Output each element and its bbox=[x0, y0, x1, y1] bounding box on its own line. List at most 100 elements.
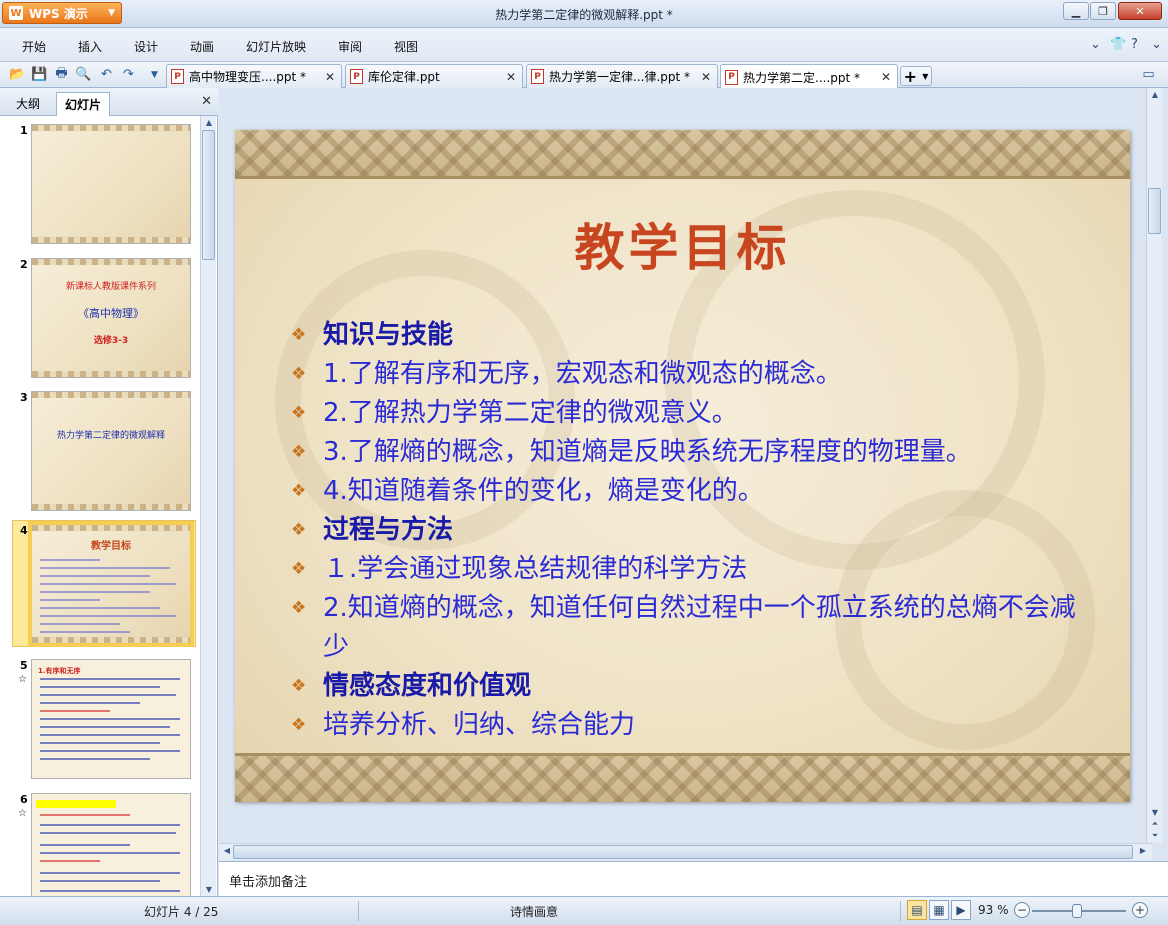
diamond-bullet-icon: ❖ bbox=[291, 442, 307, 462]
diamond-bullet-icon: ❖ bbox=[291, 403, 307, 423]
close-tab-icon[interactable]: ✕ bbox=[699, 70, 713, 84]
slide-thumbnail-1[interactable] bbox=[31, 124, 191, 244]
bullet-item: ❖ 2.知道熵的概念，知道任何自然过程中一个孤立系统的总熵不会减少 bbox=[289, 589, 1089, 667]
slide-thumbnail-6[interactable] bbox=[31, 793, 191, 896]
status-bar: 幻灯片 4 / 25 诗情画意 ▤ ▦ ▶ 93 % − + bbox=[0, 896, 1168, 925]
slide-thumbnail-3[interactable]: 热力学第二定律的微观解释 bbox=[31, 391, 191, 511]
thumb-text: 教学目标 bbox=[91, 541, 131, 552]
thumb-text: 《高中物理》 bbox=[78, 307, 144, 320]
next-slide-icon[interactable]: ⏷ bbox=[1147, 831, 1163, 841]
maximize-button[interactable]: ❐ bbox=[1090, 2, 1116, 20]
skin-shirt-icon[interactable]: 👕 bbox=[1110, 37, 1126, 52]
tab-outline[interactable]: 大纲 bbox=[8, 92, 48, 116]
slide-counter: 幻灯片 4 / 25 bbox=[144, 905, 219, 919]
slideshow-button[interactable]: ▶ bbox=[951, 900, 971, 920]
slide-thumbnail-5[interactable]: 1.有序和无序 bbox=[31, 659, 191, 779]
tab-label: 库伦定律.ppt bbox=[368, 70, 440, 84]
zoom-in-button[interactable]: + bbox=[1132, 902, 1148, 918]
scroll-up-icon[interactable]: ▲ bbox=[201, 118, 217, 127]
bullet-text: 1.了解有序和无序，宏观态和微观态的概念。 bbox=[323, 359, 842, 389]
panel-tabs: 大纲 幻灯片 ✕ bbox=[0, 88, 218, 116]
normal-view-button[interactable]: ▤ bbox=[907, 900, 927, 920]
diamond-bullet-icon: ❖ bbox=[291, 715, 307, 735]
tab-label: 高中物理变压....ppt * bbox=[189, 70, 307, 84]
bullet-item: ❖ １.学会通过现象总结规律的科学方法 bbox=[289, 550, 1089, 589]
menu-review[interactable]: 审阅 bbox=[338, 38, 362, 55]
print-preview-icon[interactable]: 🔍 bbox=[75, 66, 92, 83]
open-folder-icon[interactable]: 📂 bbox=[9, 66, 26, 83]
slide-bullet-list[interactable]: ❖ 知识与技能 ❖ 1.了解有序和无序，宏观态和微观态的概念。 ❖ 2.了解热力学第二… bbox=[289, 316, 1089, 745]
zoom-slider-handle[interactable] bbox=[1072, 904, 1082, 918]
diamond-bullet-icon: ❖ bbox=[291, 520, 307, 540]
slide-sorter-button[interactable]: ▦ bbox=[929, 900, 949, 920]
zoom-level[interactable]: 93 % bbox=[978, 903, 1009, 917]
print-icon[interactable]: 🖶 bbox=[53, 66, 70, 83]
menu-design[interactable]: 设计 bbox=[134, 38, 158, 55]
tab-doc-1[interactable]: P 高中物理变压....ppt * ✕ bbox=[166, 64, 342, 88]
slide-title[interactable]: 教学目标 bbox=[235, 208, 1130, 280]
thumbnail-scroll-thumb[interactable] bbox=[202, 130, 215, 260]
slides-panel: 大纲 幻灯片 ✕ 1 2 新课标人教版课件系列 《高中物理》 选修3-3 3 热… bbox=[0, 88, 218, 896]
close-window-button[interactable]: ✕ bbox=[1118, 2, 1162, 20]
thumbnail-scrollbar[interactable]: ▲ ▼ bbox=[200, 116, 216, 896]
slide-scroll-thumb[interactable] bbox=[1148, 188, 1161, 234]
slide-sorter-icon: ▦ bbox=[933, 903, 945, 917]
zoom-out-button[interactable]: − bbox=[1014, 902, 1030, 918]
close-tab-icon[interactable]: ✕ bbox=[504, 70, 518, 84]
bullet-text: 知识与技能 bbox=[323, 320, 454, 350]
theme-name[interactable]: 诗情画意 bbox=[510, 903, 558, 920]
redo-icon[interactable]: ↷ bbox=[120, 66, 137, 83]
horizontal-scroll-thumb[interactable] bbox=[233, 845, 1133, 859]
bottom-decorative-band bbox=[235, 756, 1130, 802]
slide-vertical-scrollbar[interactable]: ▲ ▼ ⏶ ⏷ bbox=[1146, 88, 1162, 843]
top-decorative-band bbox=[235, 130, 1130, 176]
slide-horizontal-scrollbar[interactable]: ◀ ▶ bbox=[219, 843, 1152, 860]
bullet-item: ❖ 1.了解有序和无序，宏观态和微观态的概念。 bbox=[289, 355, 1089, 394]
minus-icon: − bbox=[1016, 903, 1028, 917]
tab-slides[interactable]: 幻灯片 bbox=[56, 92, 111, 116]
animation-star-icon: ☆ bbox=[18, 674, 27, 685]
plus-icon: + bbox=[903, 66, 918, 86]
menu-view[interactable]: 视图 bbox=[394, 38, 418, 55]
bullet-item: ❖ 培养分析、归纳、综合能力 bbox=[289, 706, 1089, 745]
menu-animation[interactable]: 动画 bbox=[190, 38, 214, 55]
thumb-text: 选修3-3 bbox=[93, 336, 129, 346]
save-icon[interactable]: 💾 bbox=[31, 66, 48, 83]
scroll-down-icon[interactable]: ▼ bbox=[201, 885, 217, 894]
slideshow-icon: ▶ bbox=[956, 903, 966, 917]
customize-toolbar-icon[interactable]: ▼ bbox=[146, 66, 163, 83]
thumb-number: 2 bbox=[20, 258, 28, 271]
minimize-button[interactable]: ▁ bbox=[1063, 2, 1089, 20]
help-icon[interactable]: ? bbox=[1131, 37, 1138, 52]
scroll-down-icon[interactable]: ▼ bbox=[1147, 808, 1163, 817]
scroll-up-icon[interactable]: ▲ bbox=[1147, 90, 1163, 99]
menu-insert[interactable]: 插入 bbox=[78, 38, 102, 55]
thumb-text: 热力学第二定律的微观解释 bbox=[56, 431, 165, 441]
tab-doc-2[interactable]: P 库伦定律.ppt ✕ bbox=[345, 64, 523, 88]
slide-thumbnail-2[interactable]: 新课标人教版课件系列 《高中物理》 选修3-3 bbox=[31, 258, 191, 378]
more-chevron-icon[interactable]: ⌄ bbox=[1151, 37, 1162, 52]
scroll-right-icon[interactable]: ▶ bbox=[1135, 846, 1151, 855]
diamond-bullet-icon: ❖ bbox=[291, 481, 307, 501]
tab-doc-3[interactable]: P 热力学第一定律...律.ppt * ✕ bbox=[526, 64, 718, 88]
new-tab-button[interactable]: + ▼ bbox=[900, 66, 932, 86]
menu-bar: 开始 插入 设计 动画 幻灯片放映 审阅 视图 ⌄ 👕 ? ⌄ bbox=[0, 28, 1168, 62]
undo-icon[interactable]: ↶ bbox=[98, 66, 115, 83]
slide-thumbnail-4[interactable]: 教学目标 bbox=[28, 521, 194, 647]
menu-slideshow[interactable]: 幻灯片放映 bbox=[246, 38, 306, 55]
ppt-file-icon: P bbox=[171, 69, 184, 84]
diamond-bullet-icon: ❖ bbox=[291, 559, 307, 579]
ribbon-collapse-icon[interactable]: ⌄ bbox=[1090, 37, 1101, 52]
notes-placeholder[interactable]: 单击添加备注 bbox=[229, 871, 307, 890]
close-panel-icon[interactable]: ✕ bbox=[201, 94, 212, 109]
notes-pane[interactable]: 单击添加备注 bbox=[219, 861, 1168, 896]
previous-slide-icon[interactable]: ⏶ bbox=[1147, 819, 1163, 829]
close-tab-icon[interactable]: ✕ bbox=[323, 70, 337, 84]
tab-doc-4-active[interactable]: P 热力学第二定....ppt * ✕ bbox=[720, 64, 898, 89]
close-tab-icon[interactable]: ✕ bbox=[879, 70, 893, 84]
current-slide[interactable]: 教学目标 ❖ 知识与技能 ❖ 1.了解有序和无序，宏观态和微观态的概念。 ❖ 2.了解… bbox=[235, 130, 1130, 802]
tab-list-icon[interactable]: ▭ bbox=[1140, 66, 1157, 83]
thumb-number: 3 bbox=[20, 391, 28, 404]
bullet-text: １.学会通过现象总结规律的科学方法 bbox=[323, 554, 748, 584]
menu-home[interactable]: 开始 bbox=[22, 38, 46, 55]
